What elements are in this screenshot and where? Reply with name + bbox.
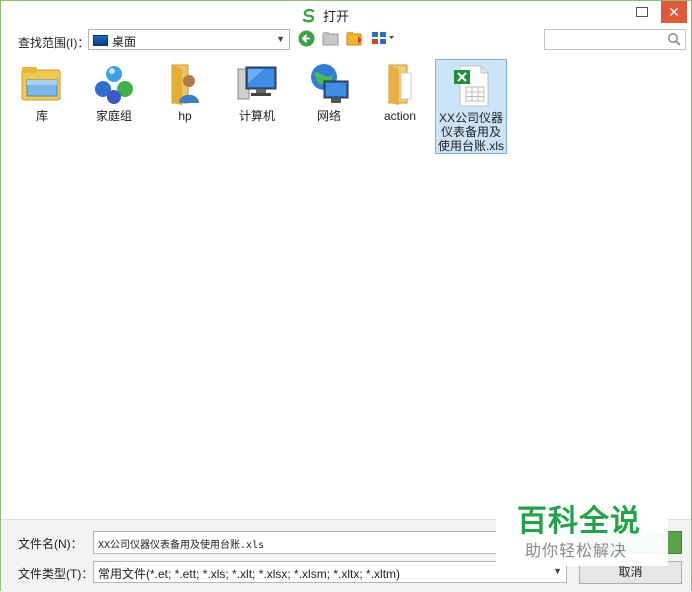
chevron-down-icon: ▼	[276, 34, 285, 44]
file-item-library[interactable]: 库	[6, 58, 78, 123]
lookin-value: 桌面	[112, 35, 137, 49]
homegroup-icon	[91, 61, 137, 107]
close-icon: ✕	[668, 4, 680, 20]
desktop-icon	[93, 35, 108, 46]
lookin-dropdown[interactable]: 桌面 ▼	[88, 29, 290, 50]
maximize-button[interactable]	[631, 1, 653, 23]
filetype-value: 常用文件(*.et; *.ett; *.xls; *.xlt; *.xlsx; …	[98, 567, 401, 581]
file-item-label: 计算机	[238, 109, 275, 123]
open-file-dialog: 打开 ✕ 查找范围(I)： 桌面 ▼ 库 家庭组 hp 计算机 网络 actio…	[0, 0, 692, 592]
search-input[interactable]	[544, 29, 686, 50]
back-button[interactable]	[297, 29, 315, 47]
toolbar: 查找范围(I)： 桌面 ▼	[1, 28, 691, 56]
file-item-label: 网络	[316, 109, 341, 123]
computer-icon	[234, 61, 280, 107]
file-list: 库 家庭组 hp 计算机 网络 action XX公司仪器仪表备用及使用台账.x…	[2, 56, 690, 518]
file-item-label: action	[383, 109, 417, 123]
folder-icon	[377, 61, 423, 107]
wps-logo-icon	[302, 8, 315, 23]
title-area: 打开	[301, 6, 349, 25]
search-icon	[668, 33, 681, 46]
file-item-network[interactable]: 网络	[293, 58, 365, 123]
file-item-hp[interactable]: hp	[149, 58, 221, 123]
excel-file-icon	[448, 63, 494, 109]
watermark-subtitle: 助你轻松解决	[525, 543, 628, 560]
file-item-label: 库	[35, 109, 48, 123]
filename-label: 文件名(N)：	[18, 537, 83, 551]
chevron-down-icon: ▼	[553, 566, 562, 576]
watermark: 百科全说 助你轻松解决	[496, 492, 668, 566]
close-button[interactable]: ✕	[661, 1, 687, 23]
file-item-label: hp	[178, 109, 192, 123]
up-folder-button[interactable]	[321, 29, 339, 47]
file-item-xls[interactable]: XX公司仪器仪表备用及使用台账.xls	[435, 59, 507, 154]
library-icon	[19, 61, 65, 107]
watermark-title: 百科全说	[517, 504, 641, 539]
network-icon	[306, 61, 352, 107]
file-item-computer[interactable]: 计算机	[221, 58, 293, 123]
lookin-label: 查找范围(I)：	[18, 36, 90, 50]
window-title: 打开	[323, 9, 350, 24]
file-item-label: XX公司仪器仪表备用及使用台账.xls	[438, 111, 505, 153]
title-bar: 打开 ✕	[1, 1, 691, 27]
file-item-label: 家庭组	[95, 109, 132, 123]
new-folder-button[interactable]	[345, 29, 363, 47]
back-arrow-icon	[298, 30, 314, 46]
view-menu-button[interactable]	[370, 29, 396, 47]
file-item-homegroup[interactable]: 家庭组	[78, 58, 150, 123]
user-folder-icon	[162, 61, 208, 107]
file-item-action[interactable]: action	[364, 58, 436, 123]
new-folder-icon	[346, 31, 362, 45]
view-grid-icon	[372, 32, 394, 44]
maximize-icon	[636, 7, 648, 17]
up-folder-icon	[322, 31, 338, 45]
filetype-label: 文件类型(T)：	[18, 567, 94, 581]
